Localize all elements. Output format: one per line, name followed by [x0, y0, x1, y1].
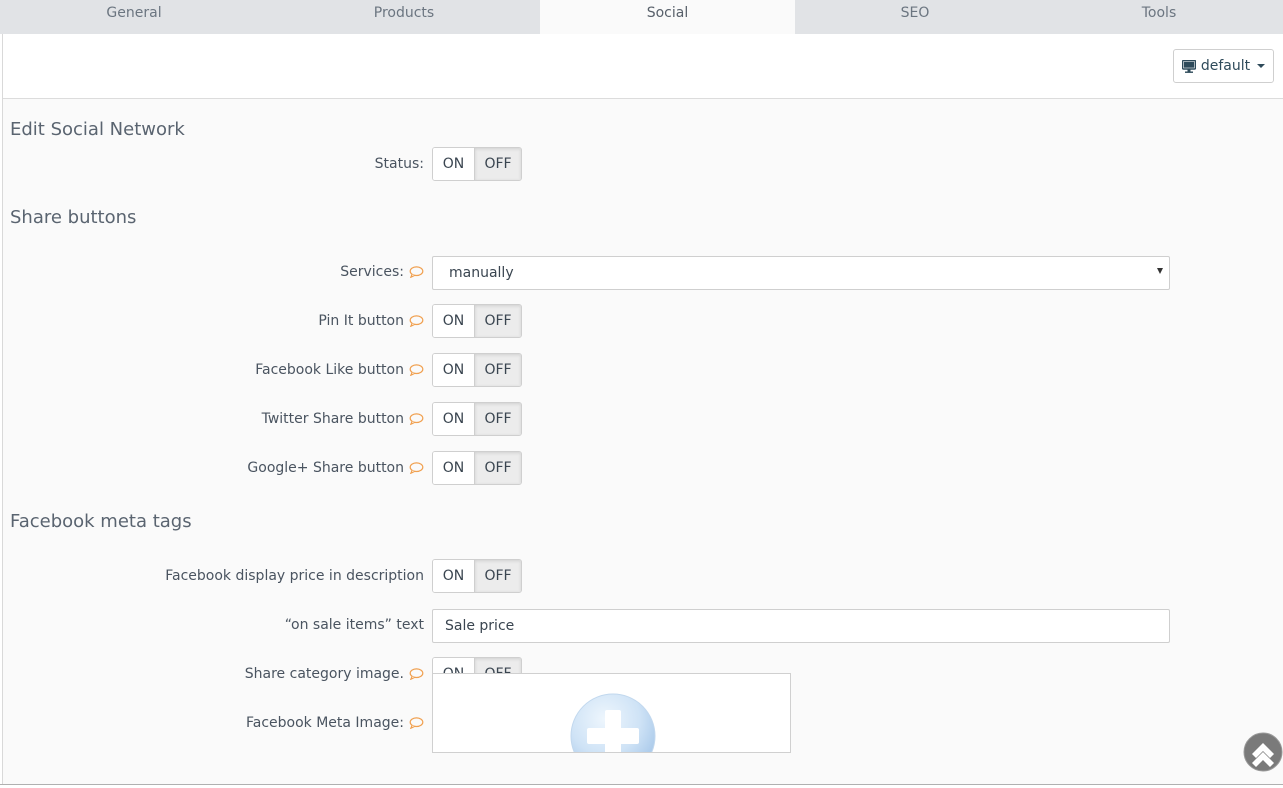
tab-label: General — [106, 5, 162, 21]
google-share-toggle[interactable]: ON OFF — [432, 451, 522, 485]
help-bubble-icon[interactable] — [409, 364, 424, 376]
services-select[interactable]: manually — [432, 256, 1170, 290]
help-bubble-icon[interactable] — [409, 413, 424, 425]
help-bubble-icon[interactable] — [409, 717, 424, 729]
pin-it-on-option[interactable]: ON — [433, 305, 475, 337]
status-label-text: Status: — [374, 156, 424, 172]
device-label: default — [1200, 58, 1251, 74]
google-share-on-option[interactable]: ON — [433, 452, 475, 484]
fb-display-price-on-option[interactable]: ON — [433, 560, 475, 592]
device-dropdown-button[interactable]: default — [1173, 49, 1274, 83]
services-label: Services: — [340, 264, 424, 280]
facebook-like-label: Facebook Like button — [255, 362, 424, 378]
on-sale-text-label: “on sale items” text — [285, 617, 424, 633]
facebook-like-toggle[interactable]: ON OFF — [432, 353, 522, 387]
social-settings-panel: default — [2, 34, 1283, 784]
fb-meta-image-label-text: Facebook Meta Image: — [245, 715, 404, 731]
tab-label: Social — [646, 5, 689, 21]
fb-display-price-toggle[interactable]: ON OFF — [432, 559, 522, 593]
tab-products[interactable]: Products — [268, 0, 540, 34]
tab-label: Tools — [1141, 5, 1177, 21]
tab-bar: General Products Social SEO Tools — [0, 0, 1283, 34]
pin-it-off-option[interactable]: OFF — [475, 305, 521, 337]
twitter-share-off-option[interactable]: OFF — [475, 403, 521, 435]
add-image-plus-icon[interactable] — [569, 692, 657, 753]
google-share-label: Google+ Share button — [247, 460, 424, 476]
facebook-like-label-text: Facebook Like button — [255, 362, 404, 378]
facebook-like-off-option[interactable]: OFF — [475, 354, 521, 386]
twitter-share-label: Twitter Share button — [262, 411, 424, 427]
pin-it-label-text: Pin It button — [318, 313, 404, 329]
fb-display-price-off-option[interactable]: OFF — [475, 560, 521, 592]
scroll-to-top-icon[interactable] — [1243, 732, 1283, 772]
status-off-option[interactable]: OFF — [475, 148, 521, 180]
on-sale-text-input[interactable] — [432, 609, 1170, 643]
tab-social[interactable]: Social — [540, 0, 795, 34]
monitor-icon — [1181, 59, 1196, 73]
twitter-share-label-text: Twitter Share button — [261, 411, 404, 427]
google-share-label-text: Google+ Share button — [247, 460, 404, 476]
fb-meta-image-label: Facebook Meta Image: — [246, 715, 424, 731]
share-category-image-label-text: Share category image. — [244, 666, 404, 682]
facebook-like-on-option[interactable]: ON — [433, 354, 475, 386]
pin-it-label: Pin It button — [318, 313, 424, 329]
bottom-divider — [0, 784, 1283, 788]
tab-label: Products — [373, 5, 435, 21]
tab-seo[interactable]: SEO — [795, 0, 1035, 34]
section-title-share-buttons: Share buttons — [10, 207, 137, 228]
status-toggle[interactable]: ON OFF — [432, 147, 522, 181]
twitter-share-on-option[interactable]: ON — [433, 403, 475, 435]
fb-display-price-label: Facebook display price in description — [165, 568, 424, 584]
services-selected-value: manually — [449, 265, 514, 281]
tab-general[interactable]: General — [0, 0, 268, 34]
tab-label: SEO — [900, 5, 930, 21]
services-label-text: Services: — [340, 264, 404, 280]
twitter-share-toggle[interactable]: ON OFF — [432, 402, 522, 436]
help-bubble-icon[interactable] — [409, 315, 424, 327]
help-bubble-icon[interactable] — [409, 668, 424, 680]
help-bubble-icon[interactable] — [409, 266, 424, 278]
section-title-edit-social: Edit Social Network — [10, 119, 185, 140]
fb-meta-image-upload[interactable] — [432, 673, 791, 753]
on-sale-text-label-text: “on sale items” text — [284, 617, 424, 633]
caret-down-icon — [1257, 64, 1266, 68]
dropdown-arrow-icon — [1157, 268, 1163, 274]
fb-display-price-label-text: Facebook display price in description — [165, 568, 424, 584]
section-title-facebook-meta: Facebook meta tags — [10, 511, 192, 532]
tab-tools[interactable]: Tools — [1035, 0, 1283, 34]
help-bubble-icon[interactable] — [409, 462, 424, 474]
status-on-option[interactable]: ON — [433, 148, 475, 180]
google-share-off-option[interactable]: OFF — [475, 452, 521, 484]
status-label: Status: — [375, 156, 424, 172]
toolbar: default — [3, 34, 1283, 99]
pin-it-toggle[interactable]: ON OFF — [432, 304, 522, 338]
share-category-image-label: Share category image. — [245, 666, 424, 682]
